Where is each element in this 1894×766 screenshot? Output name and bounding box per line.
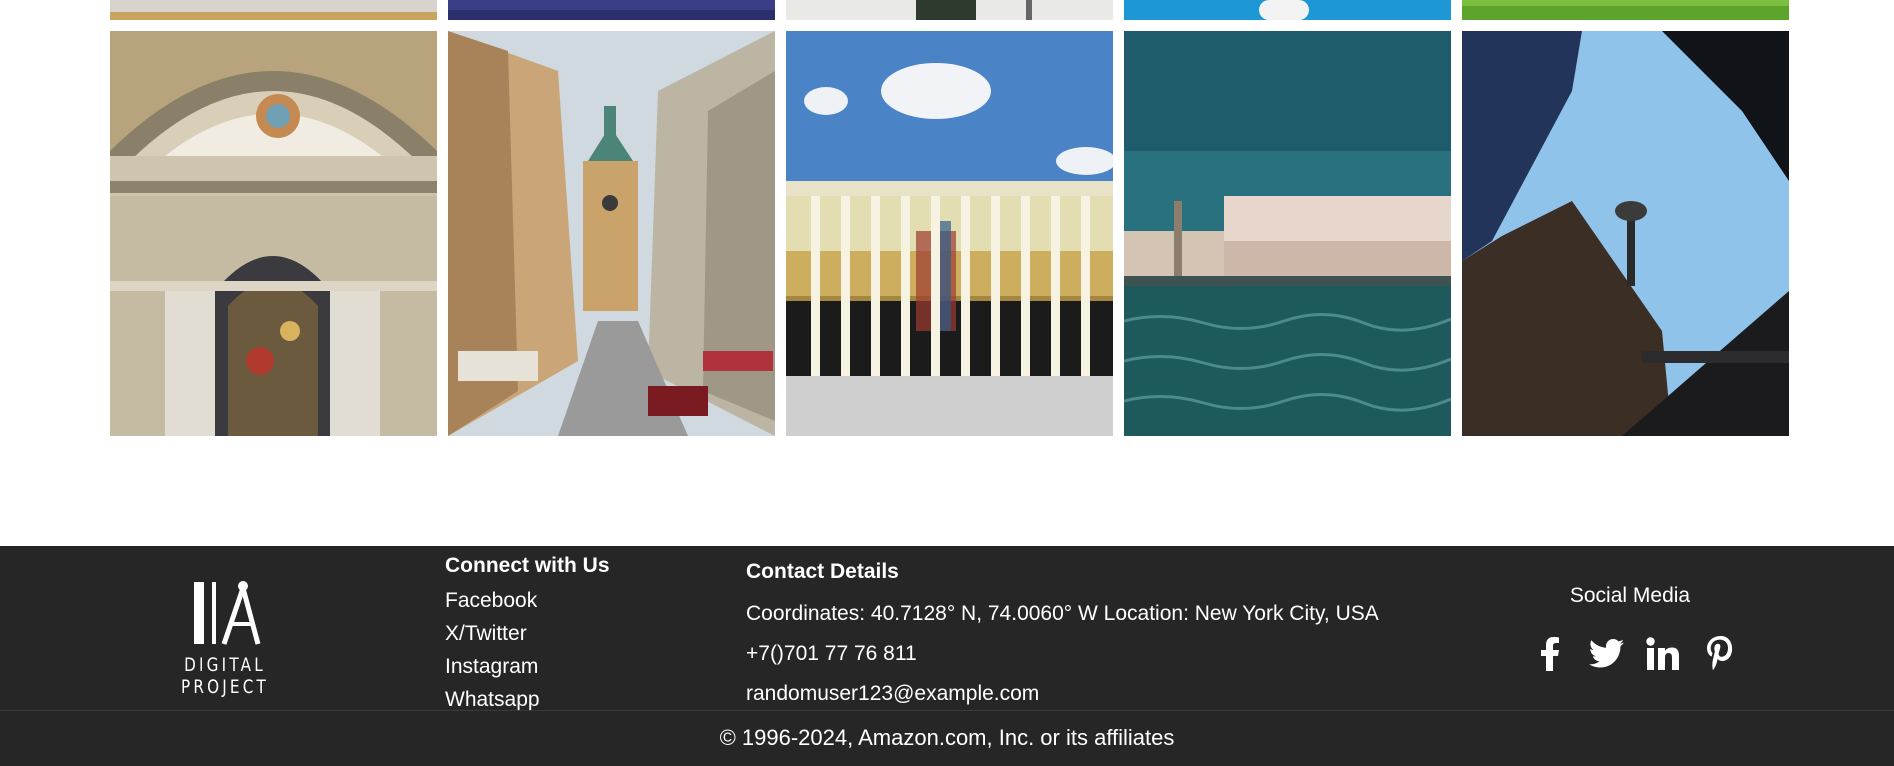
gallery-image-water[interactable] — [448, 0, 775, 20]
gallery-image-venice-palace[interactable] — [1124, 31, 1451, 436]
contact-phone: +7()701 77 76 811 — [746, 642, 917, 665]
contact-email: randomuser123@example.com — [746, 682, 1040, 705]
logo-mark-icon — [194, 581, 261, 645]
digital-project-logo[interactable]: DIGITAL PROJECT — [140, 572, 310, 698]
contact-title: Contact Details — [746, 560, 899, 583]
site-footer: DIGITAL PROJECT Connect with Us Facebook… — [0, 546, 1894, 766]
footer-divider — [0, 710, 1894, 711]
twitter-icon[interactable] — [1587, 632, 1627, 676]
link-whatsapp[interactable]: Whatsapp — [445, 683, 610, 716]
gallery-image-lighthouse[interactable] — [1124, 0, 1451, 20]
gallery-image-grass[interactable] — [1462, 0, 1789, 20]
facebook-icon[interactable] — [1530, 632, 1570, 676]
gallery-image-colonnade-building[interactable] — [786, 31, 1113, 436]
gallery-image-plant[interactable] — [786, 0, 1113, 20]
link-twitter[interactable]: X/Twitter — [445, 617, 610, 650]
social-title: Social Media — [1569, 584, 1691, 607]
copyright-text: © 1996-2024, Amazon.com, Inc. or its aff… — [719, 725, 1175, 750]
gallery-image-church-interior[interactable] — [110, 31, 437, 436]
link-facebook[interactable]: Facebook — [445, 584, 610, 617]
logo-text: DIGITAL PROJECT — [180, 654, 270, 698]
link-instagram[interactable]: Instagram — [445, 650, 610, 683]
gallery-image-skyscrapers-tower[interactable] — [1462, 31, 1789, 436]
connect-title: Connect with Us — [445, 554, 610, 577]
connect-section: Connect with Us Facebook X/Twitter Insta… — [445, 552, 610, 716]
gallery-image-stockholm-street[interactable] — [448, 31, 775, 436]
linkedin-icon[interactable] — [1643, 632, 1683, 676]
pinterest-icon[interactable] — [1700, 632, 1740, 676]
social-section: Social Media — [1520, 582, 1740, 671]
gallery-image-food[interactable] — [110, 0, 437, 20]
social-icons — [1530, 632, 1740, 676]
contact-coordinates: Coordinates: 40.7128° N, 74.0060° W Loca… — [746, 602, 1379, 625]
contact-section: Contact Details Coordinates: 40.7128° N,… — [746, 558, 1379, 714]
